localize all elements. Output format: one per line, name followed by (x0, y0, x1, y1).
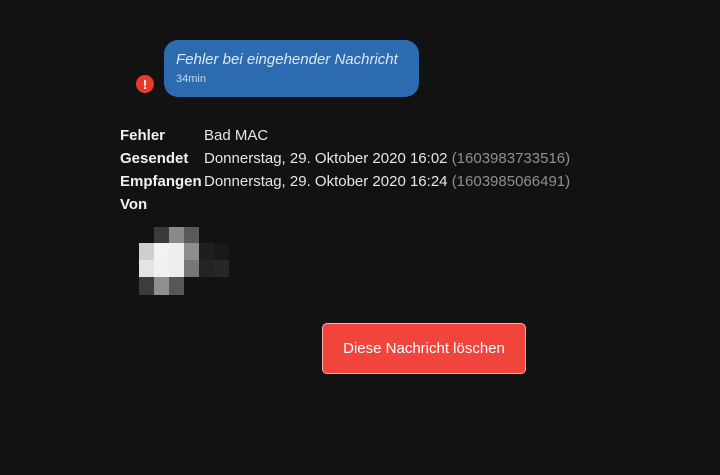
avatar-pixel (184, 227, 199, 243)
avatar-pixel (214, 277, 229, 295)
message-details: Fehler Bad MAC Gesendet Donnerstag, 29. … (120, 124, 570, 216)
avatar-pixel (214, 227, 229, 243)
error-label: Fehler (120, 127, 166, 144)
received-value: Donnerstag, 29. Oktober 2020 16:24 (1603… (204, 170, 570, 193)
avatar-pixel (184, 277, 199, 295)
avatar-pixel (214, 260, 229, 277)
avatar-pixel (199, 227, 214, 243)
avatar-pixel (154, 227, 169, 243)
from-label: Von (120, 196, 148, 213)
message-bubble: Fehler bei eingehender Nachricht 34min (164, 40, 419, 97)
avatar-pixel (169, 277, 184, 295)
avatar-pixel (184, 260, 199, 277)
detail-row-error: Fehler Bad MAC (120, 124, 570, 147)
sender-avatar[interactable] (139, 227, 229, 295)
avatar-pixel (184, 243, 199, 260)
detail-row-received: Empfangen Donnerstag, 29. Oktober 2020 1… (120, 170, 570, 193)
received-date: Donnerstag, 29. Oktober 2020 16:24 (204, 173, 448, 190)
avatar-pixel (139, 227, 154, 243)
delete-message-button[interactable]: Diese Nachricht löschen (322, 323, 526, 374)
received-timestamp: (1603985066491) (451, 173, 571, 190)
avatar-pixel (169, 260, 184, 277)
avatar-pixel (169, 227, 184, 243)
avatar-pixel (139, 277, 154, 295)
avatar-pixel (214, 243, 229, 260)
error-value: Bad MAC (204, 127, 269, 144)
avatar-pixel (199, 277, 214, 295)
sent-label: Gesendet (120, 150, 189, 167)
sent-date: Donnerstag, 29. Oktober 2020 16:02 (204, 150, 448, 167)
sent-value: Donnerstag, 29. Oktober 2020 16:02 (1603… (204, 147, 570, 170)
sent-timestamp: (1603983733516) (451, 150, 571, 167)
detail-row-from: Von (120, 193, 570, 216)
message-text: Fehler bei eingehender Nachricht (176, 51, 398, 68)
avatar-pixel (154, 243, 169, 260)
avatar-pixel (154, 260, 169, 277)
avatar-pixel (199, 260, 214, 277)
detail-row-sent: Gesendet Donnerstag, 29. Oktober 2020 16… (120, 147, 570, 170)
received-label: Empfangen (120, 173, 202, 190)
error-icon: ! (136, 75, 154, 93)
avatar-pixel (199, 243, 214, 260)
avatar-pixel (169, 243, 184, 260)
avatar-pixel (139, 260, 154, 277)
message-time: 34min (176, 73, 206, 85)
avatar-pixel (154, 277, 169, 295)
avatar-pixel (139, 243, 154, 260)
